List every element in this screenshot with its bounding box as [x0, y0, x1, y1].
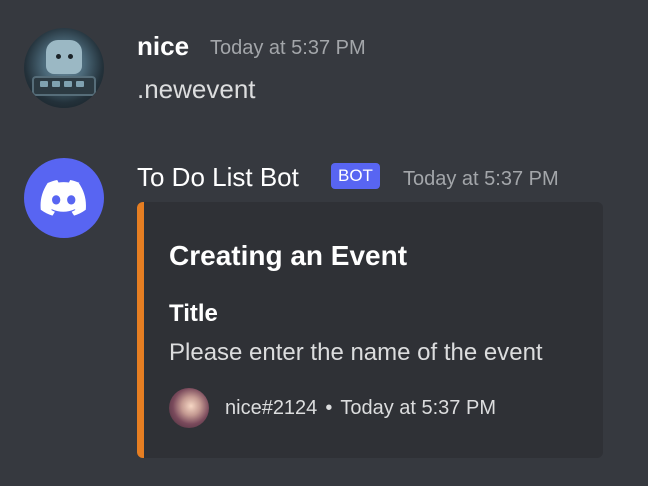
discord-logo-icon — [40, 180, 86, 216]
bot-avatar[interactable] — [24, 158, 104, 238]
embed-accent-bar — [137, 202, 144, 458]
avatar-eye-right — [68, 54, 73, 59]
avatar-eye-left — [56, 54, 61, 59]
message-user: nice Today at 5:37 PM .newevent — [0, 0, 648, 140]
timestamp: Today at 5:37 PM — [210, 37, 366, 59]
username[interactable]: nice — [137, 31, 189, 62]
chat-messages: nice Today at 5:37 PM .newevent To Do Li… — [0, 0, 648, 486]
user-avatar[interactable] — [24, 28, 104, 108]
timestamp: Today at 5:37 PM — [403, 168, 559, 190]
embed: Creating an Event Title Please enter the… — [137, 202, 603, 458]
footer-timestamp: Today at 5:37 PM — [340, 396, 496, 419]
avatar-key — [64, 81, 72, 87]
footer-separator: • — [325, 396, 333, 419]
embed-footer: nice#2124 • Today at 5:37 PM — [169, 388, 496, 428]
embed-title: Creating an Event — [169, 240, 408, 271]
message-bot: To Do List Bot Today at 5:37 PM Creating… — [0, 140, 648, 486]
embed-field-name: Title — [169, 300, 218, 327]
footer-author: nice#2124 — [225, 396, 318, 419]
avatar-key — [40, 81, 48, 87]
embed-field-value: Please enter the name of the event — [169, 339, 543, 366]
avatar-key — [76, 81, 84, 87]
bot-username[interactable]: To Do List Bot — [137, 162, 299, 193]
avatar-figure — [46, 40, 82, 74]
avatar-key — [52, 81, 60, 87]
footer-avatar — [169, 388, 209, 428]
bot-tag: BOT — [331, 163, 380, 189]
message-content: .newevent — [137, 74, 256, 104]
